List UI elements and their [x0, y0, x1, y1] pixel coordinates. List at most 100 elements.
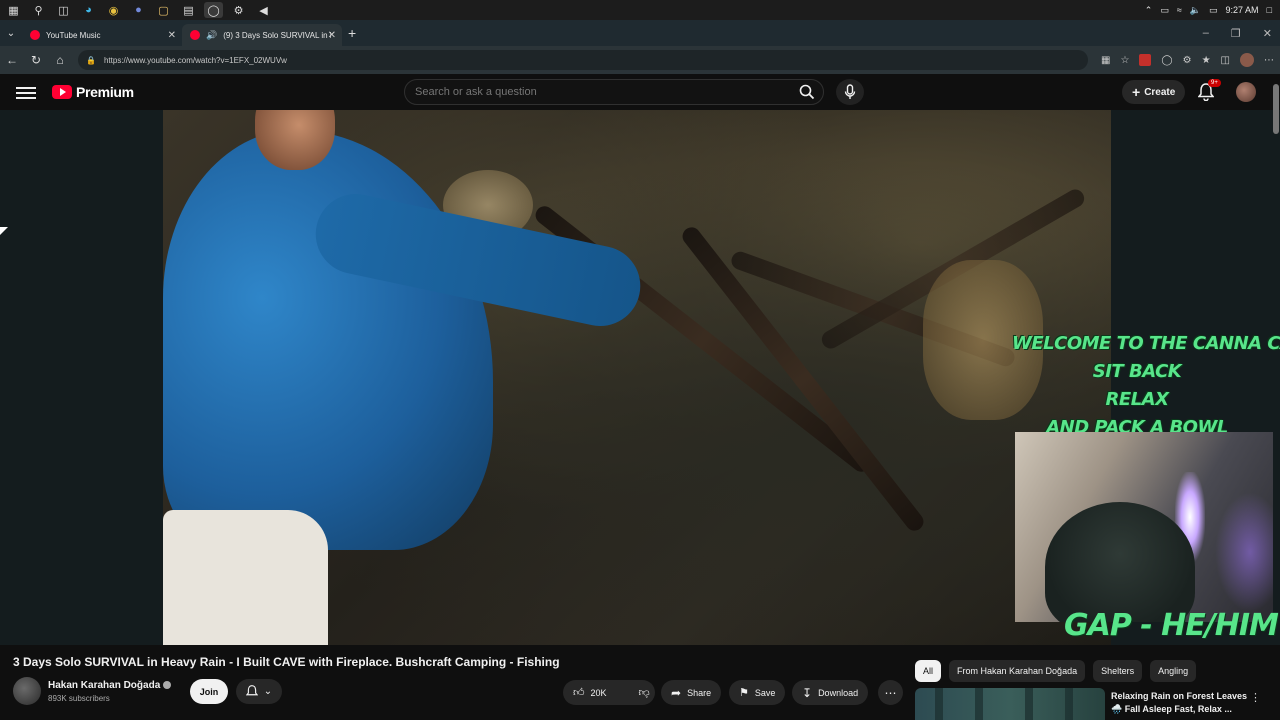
back-icon[interactable]: ←	[0, 53, 24, 67]
overlay-line: SIT BACK	[1092, 361, 1182, 382]
collections-icon[interactable]: ◫	[1221, 55, 1230, 66]
menu-icon[interactable]	[16, 84, 36, 100]
chrome-icon[interactable]: ◉	[104, 2, 123, 18]
plus-icon: +	[1132, 84, 1141, 100]
download-button[interactable]: ↧ Download	[792, 680, 869, 705]
speaker-icon[interactable]: 🔊	[206, 30, 217, 41]
thumbs-down-icon: 👎︎	[638, 687, 650, 699]
close-tab-icon[interactable]: ✕	[328, 30, 336, 41]
new-tab-icon[interactable]: +	[348, 25, 356, 41]
more-actions-button[interactable]: ⋯	[878, 680, 903, 705]
terminal-icon[interactable]: ◀	[254, 2, 273, 18]
share-button[interactable]: ➦ Share	[661, 680, 722, 705]
tab-list-chevron-icon[interactable]: ⌄	[0, 28, 22, 39]
page-scrollbar[interactable]	[1273, 84, 1279, 134]
minimize-icon[interactable]: –	[1203, 27, 1209, 39]
tab-title: YouTube Music	[46, 30, 101, 40]
youtube-premium-logo[interactable]: Premium	[52, 84, 134, 100]
search-icon	[799, 84, 815, 100]
wifi-icon[interactable]: ≈	[1177, 5, 1182, 15]
battery-icon[interactable]: ▭	[1209, 5, 1218, 16]
bell-icon	[245, 685, 258, 696]
more-vertical-icon[interactable]: ⋮	[1250, 691, 1261, 704]
profile-avatar[interactable]	[1240, 53, 1254, 67]
overlay-line: WELCOME TO THE CANNA CABIN	[1012, 333, 1280, 354]
favorite-star-icon[interactable]: ☆	[1120, 55, 1129, 66]
browser-toolbar-icons: ▦ ☆ ◯ ⚙ ★ ◫ ⋯	[1101, 46, 1274, 74]
more-icon: ⋯	[884, 685, 897, 700]
voice-search-button[interactable]	[836, 79, 864, 105]
join-button[interactable]: Join	[190, 679, 228, 704]
close-window-icon[interactable]: ✕	[1263, 27, 1272, 40]
more-menu-icon[interactable]: ⋯	[1264, 55, 1274, 66]
obs-icon[interactable]: ◯	[204, 2, 223, 18]
save-button[interactable]: ⚑ Save	[729, 680, 786, 705]
create-label: Create	[1144, 86, 1176, 98]
search-button[interactable]	[791, 80, 823, 104]
home-icon[interactable]: ⌂	[48, 53, 72, 67]
recommendation-title[interactable]: Relaxing Rain on Forest Leaves 🌧️ Fall A…	[1111, 690, 1251, 716]
channel-name[interactable]: Hakan Karahan Doğada	[48, 680, 160, 691]
like-button[interactable]: 👍︎ 20K	[563, 680, 617, 705]
chip-from-channel[interactable]: From Hakan Karahan Doğada	[949, 660, 1086, 682]
recommendation-chips: All From Hakan Karahan Doğada Shelters A…	[915, 660, 1197, 682]
chip-angling[interactable]: Angling	[1150, 660, 1197, 682]
settings-icon[interactable]: ⚙	[1183, 55, 1192, 66]
chip-shelters[interactable]: Shelters	[1093, 660, 1143, 682]
channel-avatar[interactable]	[13, 677, 41, 705]
video-player[interactable]	[163, 110, 1111, 645]
volume-icon[interactable]: 🔈	[1190, 5, 1201, 16]
search-box	[404, 79, 824, 105]
search-input[interactable]	[405, 86, 775, 98]
windows-start-icon[interactable]: ▦	[4, 2, 23, 18]
display-icon[interactable]: ▭	[1160, 5, 1169, 16]
download-label: Download	[818, 687, 859, 698]
like-count: 20K	[590, 687, 607, 698]
system-tray: ⌃ ▭ ≈ 🔈 ▭ 9:27 AM □	[1145, 0, 1272, 20]
subscriber-count: 893K subscribers	[48, 694, 110, 703]
tab-video[interactable]: 🔊 (9) 3 Days Solo SURVIVAL in H ✕	[182, 24, 342, 46]
thumbs-up-icon: 👍︎	[573, 687, 585, 699]
refresh-icon[interactable]: ↻	[24, 53, 48, 67]
share-label: Share	[687, 687, 712, 698]
person	[163, 130, 493, 550]
restore-icon[interactable]: ❐	[1231, 27, 1241, 40]
notifications-icon[interactable]: □	[1267, 5, 1272, 15]
task-view-icon[interactable]: ◫	[54, 2, 73, 18]
verified-icon	[163, 681, 172, 690]
steam-icon[interactable]: ⚙	[229, 2, 248, 18]
purple-light	[1215, 492, 1273, 612]
youtube-header: Premium + Create 9+	[0, 74, 1280, 110]
youtube-play-icon	[52, 85, 72, 99]
url-field[interactable]: 🔒 https://www.youtube.com/watch?v=1EFX_0…	[78, 50, 1088, 70]
account-avatar[interactable]	[1236, 82, 1256, 102]
share-icon: ➦	[671, 685, 682, 700]
close-tab-icon[interactable]: ✕	[168, 30, 176, 41]
chip-all[interactable]: All	[915, 660, 942, 682]
discord-icon[interactable]: ●	[129, 2, 148, 18]
tab-youtube-music[interactable]: YouTube Music ✕	[22, 24, 182, 46]
youtube-favicon-icon	[190, 30, 200, 40]
save-label: Save	[754, 687, 776, 698]
chevron-up-icon[interactable]: ⌃	[1145, 5, 1153, 16]
overlay-line: RELAX	[1105, 389, 1169, 410]
file-explorer-icon[interactable]: ▢	[154, 2, 173, 18]
app-icon[interactable]: ▦	[1101, 55, 1110, 66]
person-legs	[163, 510, 328, 645]
notifications-button[interactable]: 9+	[1197, 79, 1221, 102]
channel-name-row[interactable]: Hakan Karahan Doğada	[48, 680, 172, 691]
recommendation-thumbnail[interactable]	[915, 688, 1105, 720]
sync-icon[interactable]: ◯	[1161, 55, 1172, 66]
lock-icon[interactable]: 🔒	[86, 56, 96, 65]
clock[interactable]: 9:27 AM	[1226, 5, 1259, 15]
favorites-icon[interactable]: ★	[1202, 55, 1211, 66]
search-icon[interactable]: ⚲	[29, 2, 48, 18]
dislike-button[interactable]: 👎︎	[629, 680, 660, 705]
extension-icon[interactable]	[1139, 54, 1152, 66]
video-title: 3 Days Solo SURVIVAL in Heavy Rain - I B…	[13, 655, 560, 669]
drive-icon[interactable]: ▤	[179, 2, 198, 18]
edge-icon[interactable]: ◕	[79, 2, 98, 18]
create-button[interactable]: + Create	[1122, 80, 1186, 104]
subscription-bell-button[interactable]: ⌄	[236, 679, 282, 704]
window-controls: – ❐ ✕	[1203, 20, 1272, 46]
